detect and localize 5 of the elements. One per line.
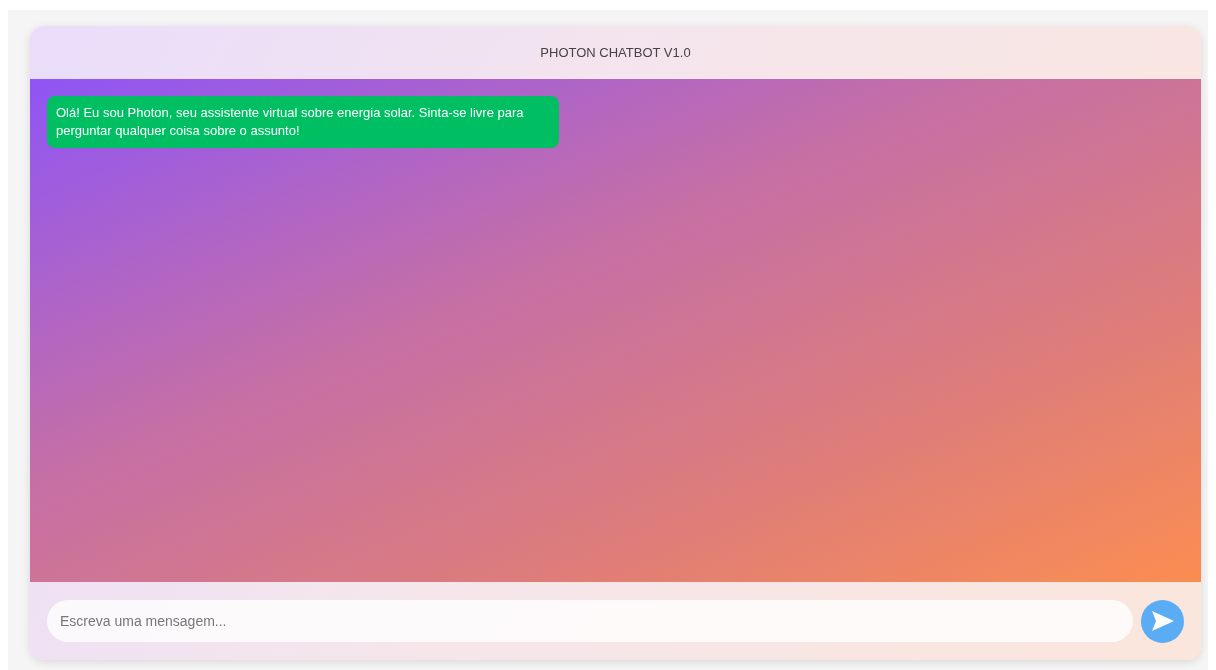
chat-title: PHOTON CHATBOT V1.0 xyxy=(540,45,691,60)
send-button[interactable] xyxy=(1141,599,1184,643)
send-icon xyxy=(1150,610,1175,632)
message-bubble: Olá! Eu sou Photon, seu assistente virtual sobre energia solar. Sinta-se livre para perguntar qualquer coisa sobre o assunto! xyxy=(47,96,559,148)
message-field[interactable]: Escreva uma mensagem... xyxy=(47,600,1133,642)
